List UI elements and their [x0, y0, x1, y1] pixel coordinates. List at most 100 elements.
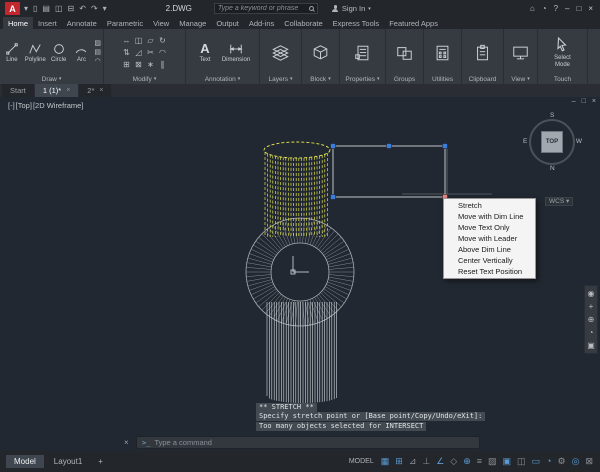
select-mode-button[interactable]: Select Mode [553, 36, 572, 69]
viewcube-top-face[interactable]: TOP [541, 131, 563, 153]
dimension-tool[interactable]: Dimension [220, 42, 252, 63]
layout1-tab[interactable]: Layout1 [48, 455, 88, 468]
grid-icon[interactable]: ▦ [380, 457, 391, 466]
navigation-wheel-icon[interactable]: ◉ [588, 289, 595, 298]
close-icon[interactable]: × [66, 87, 70, 94]
ucs-selector[interactable]: WCS ▾ [545, 197, 573, 206]
viewport-style-control[interactable]: [2D Wireframe] [33, 101, 83, 110]
properties-button[interactable] [353, 44, 372, 62]
clean-screen-icon[interactable]: ⊠ [584, 457, 594, 466]
group-button[interactable] [395, 44, 414, 62]
context-menu-item-move-with-dim-line[interactable]: Move with Dim Line [445, 211, 534, 222]
save-icon[interactable]: ◫ [55, 4, 63, 13]
dynamic-input-icon[interactable]: ▭ [531, 457, 542, 466]
doc-minimize-button[interactable]: – [572, 98, 576, 105]
scale-icon[interactable]: ◿ [133, 47, 145, 59]
viewport-view-control[interactable]: [Top] [16, 101, 32, 110]
context-menu-item-center-vertically[interactable]: Center Vertically [445, 255, 534, 266]
close-icon[interactable]: × [99, 87, 103, 94]
help-icon[interactable]: ? [554, 4, 558, 13]
viewcube[interactable]: S N E W TOP [524, 114, 580, 170]
selection-cycling-icon[interactable]: ▣ [502, 457, 513, 466]
viewcube-west[interactable]: W [576, 138, 582, 145]
help-search-box[interactable] [214, 3, 318, 14]
app-menu-icon[interactable]: ▾ [24, 4, 28, 13]
layers-panel-label[interactable]: Layers▾ [260, 74, 301, 84]
trim-icon[interactable]: ✂ [145, 47, 157, 59]
paste-button[interactable] [473, 44, 492, 62]
dynamic-ucs-icon[interactable]: ◫ [516, 457, 527, 466]
groups-panel-label[interactable]: Groups [386, 74, 423, 84]
new-icon[interactable]: ▯ [33, 4, 37, 13]
add-layout-button[interactable]: + [92, 455, 109, 468]
viewcube-north[interactable]: N [550, 165, 555, 172]
polyline-tool[interactable]: Polyline [25, 42, 46, 63]
app-store-icon[interactable]: ⌂ [530, 4, 535, 13]
transparency-icon[interactable]: ▨ [487, 457, 498, 466]
space-label[interactable]: MODEL [349, 458, 374, 465]
touch-panel-label[interactable]: Touch [538, 74, 587, 84]
explode-icon[interactable]: ∗ [145, 59, 157, 71]
qat-more-icon[interactable]: ▾ [103, 4, 107, 13]
text-tool[interactable]: A Text [193, 42, 217, 63]
clipboard-panel-label[interactable]: Clipboard [462, 74, 503, 84]
context-menu-item-reset-text-position[interactable]: Reset Text Position [445, 266, 534, 277]
viewport-minimize-control[interactable]: [-] [8, 101, 15, 110]
view-button[interactable] [511, 44, 530, 62]
open-icon[interactable]: ▤ [42, 4, 50, 13]
tab-annotate[interactable]: Annotate [62, 17, 102, 29]
ortho-icon[interactable]: ⊥ [421, 457, 431, 466]
block-panel-label[interactable]: Block▾ [302, 74, 339, 84]
command-input[interactable] [154, 438, 474, 447]
command-close-icon[interactable]: × [124, 438, 129, 447]
command-line[interactable]: >_ [136, 436, 480, 449]
lineweight-icon[interactable]: ≡ [476, 457, 483, 466]
stretch-icon[interactable]: ▱ [145, 35, 157, 47]
plot-icon[interactable]: ⊟ [68, 4, 75, 13]
copy-icon[interactable]: ◫ [133, 35, 145, 47]
close-button[interactable]: × [588, 4, 593, 13]
revcloud-icon[interactable]: ◠ [94, 58, 101, 66]
minimize-button[interactable]: – [565, 4, 569, 13]
measure-button[interactable] [433, 44, 452, 62]
properties-panel-label[interactable]: Properties▾ [340, 74, 385, 84]
erase-icon[interactable]: ⊠ [133, 59, 145, 71]
annotation-panel-label[interactable]: Annotation▾ [186, 74, 259, 84]
modify-panel-label[interactable]: Modify▾ [104, 74, 185, 84]
undo-icon[interactable]: ↶ [79, 4, 86, 13]
maximize-button[interactable]: □ [576, 4, 581, 13]
fillet-icon[interactable]: ◠ [157, 47, 169, 59]
search-icon[interactable] [309, 6, 314, 11]
circle-tool[interactable]: Circle [49, 42, 69, 63]
zoom-icon[interactable]: ⊕ [588, 315, 595, 324]
gradient-icon[interactable]: ▤ [94, 49, 101, 57]
annotation-visibility-icon[interactable]: ◔ [545, 457, 552, 466]
tab-view[interactable]: View [148, 17, 174, 29]
arc-tool[interactable]: Arc [72, 42, 92, 63]
insert-block-button[interactable] [311, 44, 330, 62]
tab-featured-apps[interactable]: Featured Apps [384, 17, 443, 29]
workspace-gear-icon[interactable]: ⚙ [557, 457, 567, 466]
tab-output[interactable]: Output [211, 17, 244, 29]
file-tab-start[interactable]: Start [2, 84, 34, 97]
rotate-icon[interactable]: ↻ [157, 35, 169, 47]
draw-panel-label[interactable]: Draw▾ [0, 74, 103, 84]
hatch-icon[interactable]: ▨ [94, 40, 101, 48]
layer-properties-button[interactable] [271, 44, 290, 62]
doc-close-button[interactable]: × [592, 98, 596, 105]
tab-collaborate[interactable]: Collaborate [279, 17, 327, 29]
showmotion-icon[interactable]: ▣ [587, 341, 595, 350]
sign-in-button[interactable]: Sign In ▾ [332, 4, 371, 13]
tab-express-tools[interactable]: Express Tools [328, 17, 385, 29]
context-menu-item-above-dim-line[interactable]: Above Dim Line [445, 244, 534, 255]
file-tab-1[interactable]: 1 (1)*× [35, 84, 78, 97]
notifications-icon[interactable]: ◔ [542, 4, 547, 13]
isodraft-icon[interactable]: ◇ [449, 457, 458, 466]
mirror-icon[interactable]: ⇅ [121, 47, 133, 59]
tab-manage[interactable]: Manage [174, 17, 211, 29]
utilities-panel-label[interactable]: Utilities [424, 74, 461, 84]
viewcube-east[interactable]: E [523, 138, 527, 145]
view-panel-label[interactable]: View▾ [504, 74, 537, 84]
snap-icon[interactable]: ⊞ [394, 457, 404, 466]
model-tab[interactable]: Model [6, 455, 44, 468]
